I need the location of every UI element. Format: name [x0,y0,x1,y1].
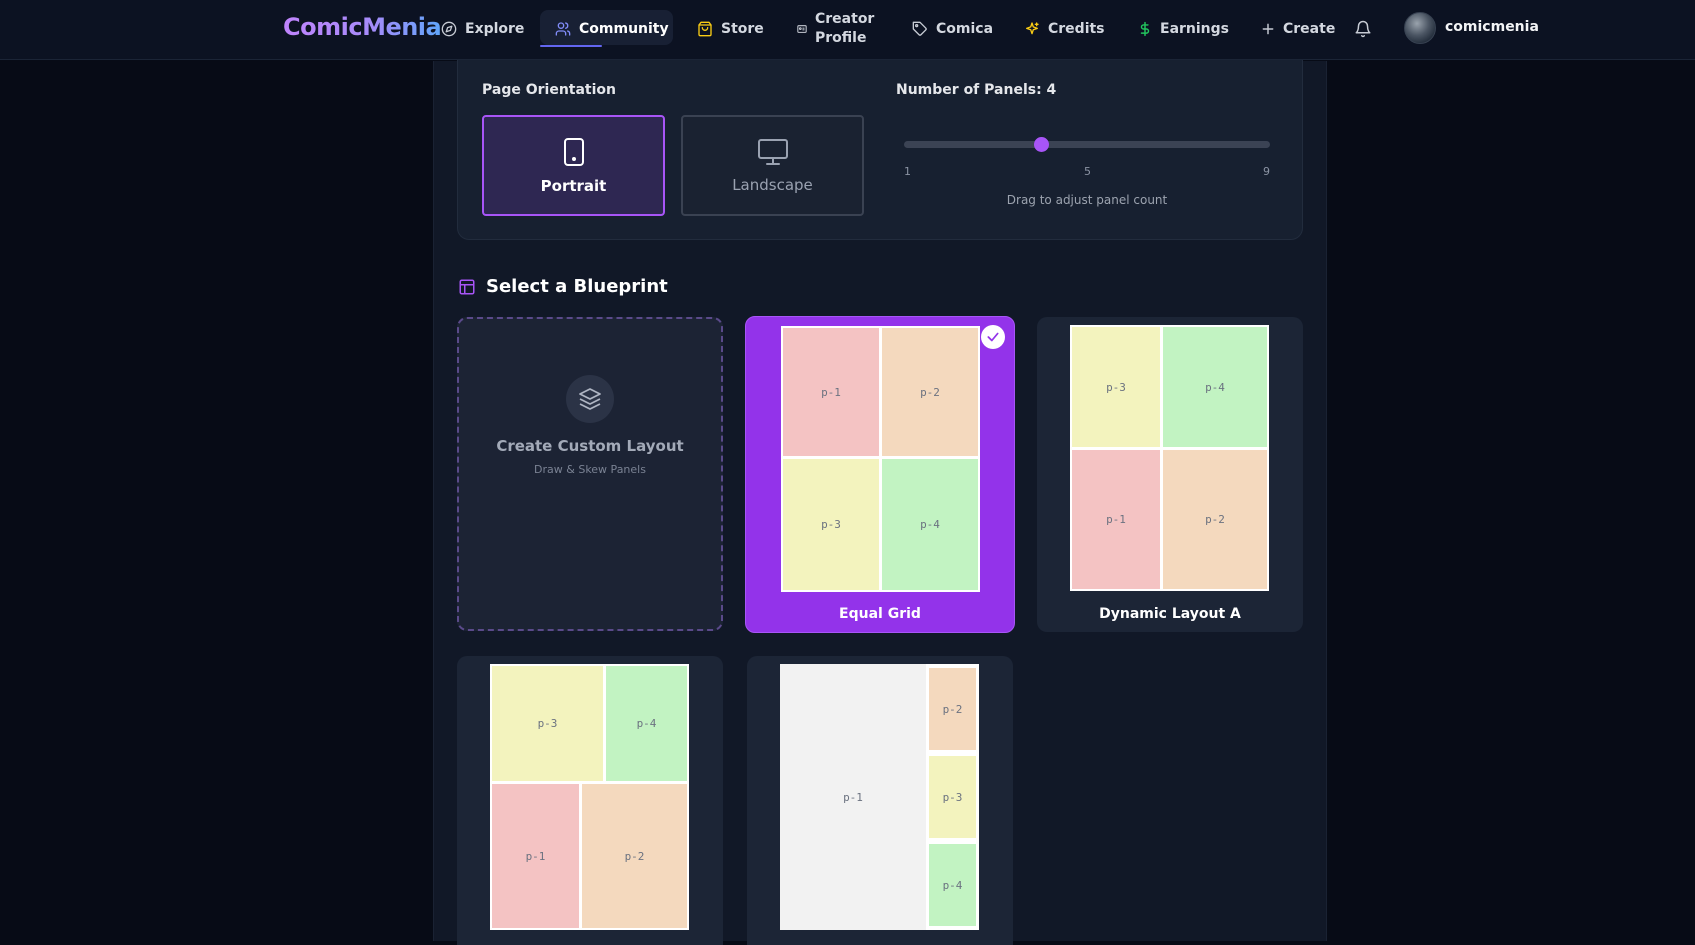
users-icon [555,22,571,36]
username[interactable]: comicmenia [1445,19,1539,35]
blueprint-page: p-3 p-4 p-1 p-2 [1070,325,1269,591]
nav-community-label: Community [579,21,669,37]
panel: p-2 [1163,450,1267,589]
check-icon [987,332,999,342]
avatar[interactable] [1404,12,1436,44]
tablet-icon [563,137,584,166]
shopping-bag-icon [698,21,712,37]
slider-thumb[interactable] [1033,137,1049,152]
selected-badge [981,325,1005,349]
nav-community[interactable]: Community [555,0,669,58]
nav-comica-label: Comica [936,21,994,37]
portrait-label: Portrait [540,176,607,195]
slider-min-tick: 1 [904,165,911,178]
panel: p-3 [929,756,976,838]
portrait-option[interactable]: Portrait [482,115,665,216]
top-navigation: ComicMenia Explore Community Store Creat… [0,0,1695,60]
panel: p-4 [1163,327,1267,447]
panel: p-1 [1072,450,1160,589]
panel: p-1 [783,328,879,456]
panel: p-3 [783,459,879,590]
blueprint-dynamic-layout-a[interactable]: p-3 p-4 p-1 p-2 Dynamic Layout A [1037,317,1303,632]
nav-active-underline [540,45,602,47]
nav-store[interactable]: Store [697,0,764,58]
panel: p-3 [492,666,603,781]
nav-create[interactable]: Create [1261,0,1335,58]
landscape-option[interactable]: Landscape [681,115,864,216]
panel-count-slider[interactable] [904,141,1270,148]
nav-earnings[interactable]: Earnings [1138,0,1229,58]
blueprint-layout-5[interactable]: p-1 p-2 p-3 p-4 [747,656,1013,945]
page-orientation-label: Page Orientation [482,82,617,98]
nav-earnings-label: Earnings [1160,21,1230,37]
select-blueprint-heading: Select a Blueprint [458,276,668,297]
panel: p-2 [929,668,976,750]
nav-creator-profile[interactable]: Creator Profile [797,0,874,58]
nav-credits[interactable]: Credits [1024,0,1105,58]
sparkles-icon [1026,22,1039,35]
create-custom-layout-card[interactable]: Create Custom Layout Draw & Skew Panels [457,317,723,631]
nav-store-label: Store [721,21,764,37]
panel: p-2 [582,784,687,928]
blueprint-layout-4[interactable]: p-3 p-4 p-1 p-2 [457,656,723,945]
creator-profile-line1: Creator [815,11,875,27]
nav-explore-label: Explore [465,21,525,37]
brand-logo[interactable]: ComicMenia [283,13,442,41]
creator-profile-line2: Profile [815,30,867,46]
panel: p-1 [492,784,579,928]
slider-mid-tick: 5 [1084,165,1091,178]
panel: p-1 [780,664,926,930]
compass-icon [441,21,457,37]
panel-count-label: Number of Panels: 4 [896,82,1057,98]
panel: p-4 [882,459,978,590]
panel: p-2 [882,328,978,456]
slider-hint: Drag to adjust panel count [1006,193,1168,207]
panel: p-4 [929,844,976,926]
section-title-text: Select a Blueprint [486,276,668,297]
custom-layout-subtitle: Draw & Skew Panels [534,463,646,476]
layout-icon [459,279,475,294]
panel: p-4 [606,666,687,781]
tag-icon [912,21,927,36]
layers-icon-wrap [566,375,614,423]
nav-explore[interactable]: Explore [441,0,524,58]
nav-creator-profile-label: Creator Profile [815,10,874,48]
slider-max-tick: 9 [1263,165,1270,178]
blueprint-equal-grid[interactable]: p-1 p-2 p-3 p-4 Equal Grid [745,316,1015,633]
id-card-icon [797,25,807,33]
blueprint-name: Dynamic Layout A [1099,606,1241,622]
nav-credits-label: Credits [1048,21,1105,37]
bell-icon [1355,20,1371,38]
nav-create-label: Create [1283,21,1336,37]
blueprint-page: p-1 p-2 p-3 p-4 [780,664,979,930]
blueprint-page: p-3 p-4 p-1 p-2 [490,664,689,930]
panel: p-3 [1072,327,1160,447]
custom-layout-title: Create Custom Layout [496,437,684,455]
dollar-icon [1140,21,1150,37]
notifications-button[interactable] [1354,0,1372,58]
layers-icon [579,388,601,410]
nav-comica[interactable]: Comica [912,0,993,58]
blueprint-name: Equal Grid [839,606,921,622]
plus-icon [1262,23,1274,35]
blueprint-page: p-1 p-2 p-3 p-4 [781,326,980,592]
landscape-label: Landscape [732,175,813,194]
monitor-icon [757,138,788,165]
